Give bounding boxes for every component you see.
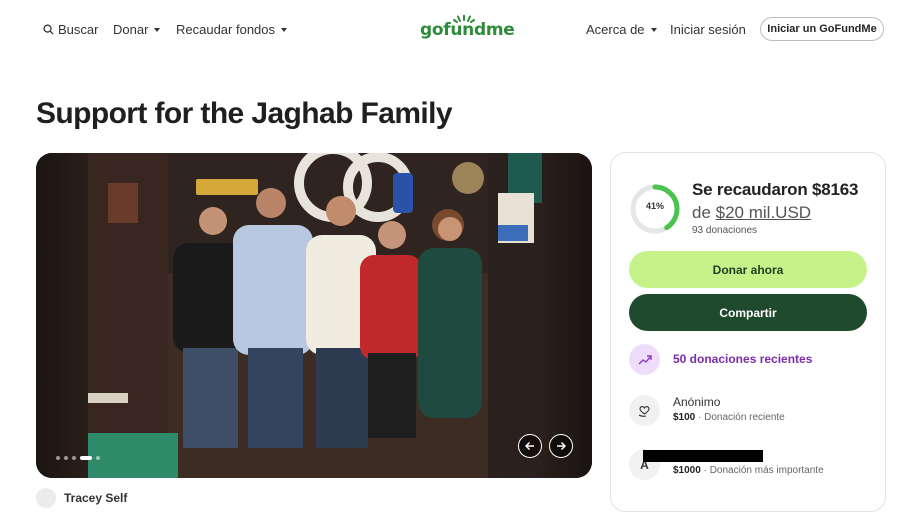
share-label: Compartir (719, 305, 777, 320)
organizer-row: Tracey Self (36, 488, 127, 508)
donation-amount: $1000 (673, 465, 701, 476)
goal-prefix: de (692, 203, 716, 222)
donation-heart-hand-icon (629, 395, 660, 426)
donation-detail: $1000 · Donación más importante (673, 465, 824, 476)
caret-down-icon (650, 27, 657, 32)
logo-sun-icon (453, 15, 475, 23)
donate-now-label: Donar ahora (712, 262, 784, 277)
redacted-donor-name (643, 450, 763, 462)
donations-count: 93 donaciones (692, 225, 758, 236)
donate-menu[interactable]: Donar (113, 22, 161, 37)
start-gofundme-label: Iniciar un GoFundMe (767, 23, 877, 35)
fundraise-menu-label: Recaudar fondos (176, 22, 276, 37)
about-menu-label: Acerca de (586, 22, 645, 37)
donate-menu-label: Donar (113, 22, 149, 37)
goal-amount-link[interactable]: $20 mil.USD (716, 203, 811, 222)
caret-down-icon (154, 27, 161, 32)
campaign-photo (88, 153, 542, 478)
carousel-prev-button[interactable] (518, 434, 542, 458)
carousel-dot[interactable] (72, 456, 76, 460)
fundraise-menu[interactable]: Recaudar fondos (176, 22, 288, 37)
carousel-pagination (56, 456, 100, 460)
arrow-right-icon (557, 441, 566, 451)
carousel-dot[interactable] (56, 456, 60, 460)
top-navigation: Buscar Donar Recaudar fondos gofundme Ac… (0, 0, 900, 60)
share-button[interactable]: Compartir (629, 294, 867, 331)
carousel-next-button[interactable] (549, 434, 573, 458)
goal-amount-line: de $20 mil.USD (692, 203, 811, 223)
logo-text: gofundme (420, 20, 515, 40)
donate-now-button[interactable]: Donar ahora (629, 251, 867, 288)
progress-percent: 41% (645, 201, 664, 211)
donation-note: Donación reciente (704, 412, 785, 423)
recent-donations-link[interactable]: 50 donaciones recientes (673, 352, 812, 366)
donation-note: Donación más importante (709, 465, 824, 476)
start-gofundme-button[interactable]: Iniciar un GoFundMe (760, 17, 884, 41)
campaign-image-carousel[interactable] (36, 153, 592, 478)
carousel-dot[interactable] (96, 456, 100, 460)
donation-amount: $100 (673, 412, 696, 423)
signin-label: Iniciar sesión (670, 22, 746, 37)
carousel-left-shade (36, 153, 88, 478)
organizer-avatar (36, 488, 56, 508)
arrow-left-icon (525, 441, 534, 451)
donor-name: Anónimo (673, 395, 721, 409)
trending-up-icon (629, 344, 660, 375)
donation-panel: 41% Se recaudaron $8163 de $20 mil.USD 9… (610, 152, 886, 512)
about-menu[interactable]: Acerca de (586, 22, 657, 37)
gofundme-logo[interactable]: gofundme (420, 15, 515, 40)
signin-link[interactable]: Iniciar sesión (670, 22, 746, 37)
search-button[interactable]: Buscar (43, 22, 98, 37)
campaign-title: Support for the Jaghab Family (36, 97, 453, 130)
carousel-dot-active[interactable] (80, 456, 92, 460)
caret-down-icon (281, 27, 288, 32)
search-label: Buscar (58, 22, 99, 37)
carousel-right-shade (542, 153, 592, 478)
amount-raised: Se recaudaron $8163 (692, 180, 859, 199)
carousel-dot[interactable] (64, 456, 68, 460)
search-icon (43, 24, 54, 35)
organizer-name[interactable]: Tracey Self (64, 491, 127, 505)
donation-detail: $100 · Donación reciente (673, 412, 785, 423)
